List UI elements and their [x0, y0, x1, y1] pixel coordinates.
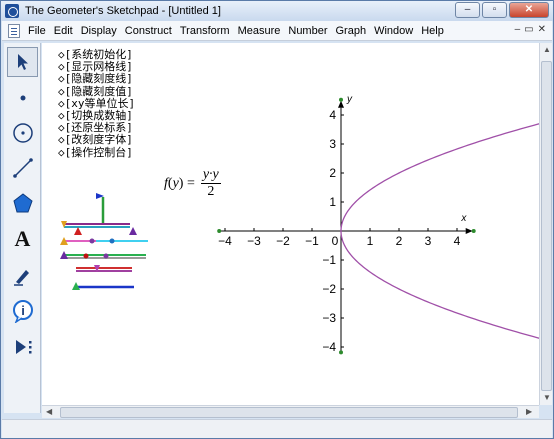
x-tick-label: 1: [367, 234, 374, 248]
polygon-tool[interactable]: [7, 188, 38, 218]
sketchpad-app-icon: [5, 4, 19, 18]
sketch-canvas[interactable]: ◇[系统初始化] ◇[显示网格线] ◇[隐藏刻度线] ◇[隐藏刻度值] ◇[xy…: [42, 43, 539, 405]
marker-tool-icon: [13, 270, 29, 286]
arrow-tool-icon: [17, 54, 28, 70]
menu-measure[interactable]: Measure: [234, 21, 285, 41]
information-tool[interactable]: i: [7, 296, 38, 326]
maximize-button[interactable]: ▫: [482, 2, 507, 18]
scroll-down-icon[interactable]: ▼: [543, 393, 551, 402]
custom-tool[interactable]: [7, 332, 38, 362]
y-axis-arrow-icon: [338, 100, 344, 108]
menu-construct[interactable]: Construct: [121, 21, 176, 41]
point-tool-icon: [20, 95, 25, 101]
menu-number[interactable]: Number: [284, 21, 331, 41]
y-tick-label: −2: [322, 282, 336, 296]
x-tick-label: 2: [396, 234, 403, 248]
y-tick-label: 3: [329, 137, 336, 151]
minimize-button[interactable]: –: [455, 2, 480, 18]
svg-text:i: i: [21, 303, 25, 318]
x-tick-label: 4: [454, 234, 461, 248]
status-bar: [2, 419, 552, 438]
x-tick-label: −4: [218, 234, 232, 248]
scroll-right-icon[interactable]: ▶: [526, 407, 532, 416]
arrow-tool[interactable]: [7, 47, 38, 77]
scroll-up-icon[interactable]: ▲: [543, 45, 551, 54]
menu-window[interactable]: Window: [370, 21, 417, 41]
y-tick-label: 4: [329, 108, 336, 122]
x-axis-label: x: [460, 213, 467, 224]
title-bar: The Geometer's Sketchpad - [Untitled 1] …: [1, 1, 553, 21]
menu-transform[interactable]: Transform: [176, 21, 234, 41]
vertical-scroll-thumb[interactable]: [541, 61, 552, 391]
window-title: The Geometer's Sketchpad - [Untitled 1]: [25, 5, 221, 17]
scroll-left-icon[interactable]: ◀: [46, 407, 52, 416]
compass-tool[interactable]: [7, 118, 38, 148]
x-axis-arrow-icon: [465, 228, 473, 234]
x-tick-label: 3: [425, 234, 432, 248]
straightedge-tool[interactable]: [7, 153, 38, 183]
menu-graph[interactable]: Graph: [332, 21, 371, 41]
text-tool[interactable]: A: [7, 224, 38, 254]
horizontal-scrollbar[interactable]: ◀ ▶: [42, 405, 539, 418]
x-tick-label: 0: [332, 234, 339, 248]
compass-tool-icon: [12, 123, 33, 143]
menu-file[interactable]: File: [24, 21, 50, 41]
point-tool[interactable]: [7, 83, 38, 113]
menu-display[interactable]: Display: [77, 21, 121, 41]
menu-bar: File Edit Display Construct Transform Me…: [2, 21, 552, 41]
coordinate-graph[interactable]: −4 −3 −2 −1 0 1 2 3 4 4 3 2 1 −1 −2 −3 −4 x y: [42, 43, 539, 405]
x-tick-label: −2: [276, 234, 290, 248]
y-tick-label: 2: [329, 166, 336, 180]
toolbox: A i: [4, 43, 41, 413]
app-window: The Geometer's Sketchpad - [Untitled 1] …: [0, 0, 554, 439]
vertical-scrollbar[interactable]: ▲ ▼: [539, 43, 552, 405]
menu-edit[interactable]: Edit: [50, 21, 77, 41]
horizontal-scroll-thumb[interactable]: [60, 407, 518, 418]
y-tick-label: −3: [322, 311, 336, 325]
marker-tool[interactable]: [7, 260, 38, 290]
y-axis-end-point[interactable]: [339, 97, 343, 102]
text-tool-icon: A: [14, 226, 31, 251]
doc-minimize-button[interactable]: –: [515, 24, 521, 35]
y-tick-label: −4: [322, 340, 336, 354]
menu-help[interactable]: Help: [417, 21, 448, 41]
information-tool-icon: i: [12, 300, 33, 323]
custom-tool-icon: [15, 340, 31, 354]
straightedge-tool-icon: [12, 158, 33, 178]
x-axis-end-point[interactable]: [471, 229, 476, 233]
y-axis-label: y: [346, 94, 353, 105]
y-tick-label: 1: [329, 195, 336, 209]
x-tick-label: −1: [305, 234, 319, 248]
close-button[interactable]: ✕: [509, 2, 549, 18]
x-tick-label: −3: [247, 234, 261, 248]
doc-restore-button[interactable]: ▭: [524, 24, 533, 35]
doc-close-button[interactable]: ✕: [538, 24, 546, 35]
x-axis-start-point[interactable]: [217, 229, 222, 233]
y-tick-label: −1: [322, 253, 336, 267]
y-axis-start-point[interactable]: [339, 350, 343, 355]
document-icon[interactable]: [8, 23, 20, 38]
polygon-tool-icon: [12, 193, 33, 213]
